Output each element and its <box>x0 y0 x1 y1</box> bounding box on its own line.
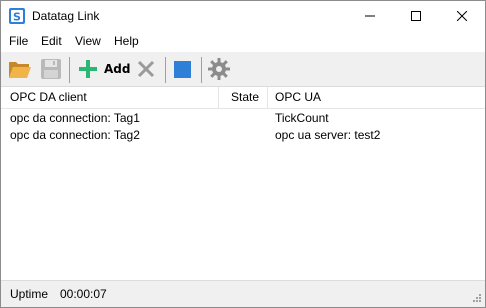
cell-ua: TickCount <box>275 111 329 125</box>
close-icon <box>457 11 467 21</box>
save-button[interactable] <box>39 57 64 82</box>
connections-table[interactable]: OPC DA client State OPC UA opc da connec… <box>1 87 485 279</box>
svg-text:S: S <box>13 11 21 24</box>
column-header-opc-da-client[interactable]: OPC DA client <box>10 90 87 104</box>
status-bar: Uptime 00:00:07 <box>1 280 485 307</box>
settings-icon <box>208 58 230 80</box>
toolbar-separator <box>165 57 166 83</box>
menu-file[interactable]: File <box>8 34 29 48</box>
add-button[interactable]: Add <box>77 57 131 82</box>
menu-view[interactable]: View <box>74 34 102 48</box>
toolbar: Add <box>1 52 485 87</box>
uptime-value: 00:00:07 <box>60 287 107 301</box>
delete-button[interactable] <box>134 57 158 82</box>
save-icon <box>41 59 61 79</box>
stop-icon <box>174 61 191 78</box>
cell-client: opc da connection: Tag1 <box>10 111 140 125</box>
window-title: Datatag Link <box>32 9 100 23</box>
uptime-label: Uptime <box>10 287 49 301</box>
menu-help[interactable]: Help <box>113 34 140 48</box>
add-button-label: Add <box>104 62 131 76</box>
add-icon <box>79 60 97 78</box>
app-window: S Datatag Link File Edit View Help Add O… <box>0 0 486 308</box>
column-divider[interactable] <box>267 87 268 109</box>
column-divider[interactable] <box>218 87 219 109</box>
resize-grip-icon[interactable] <box>470 293 482 305</box>
table-header: OPC DA client State OPC UA <box>1 87 485 109</box>
app-s-icon: S <box>9 8 25 24</box>
table-row[interactable]: opc da connection: Tag1 TickCount <box>1 111 485 127</box>
maximize-icon <box>411 11 421 21</box>
table-row[interactable]: opc da connection: Tag2 opc ua server: t… <box>1 128 485 144</box>
open-folder-icon <box>9 62 31 78</box>
settings-button[interactable] <box>207 57 232 82</box>
toolbar-separator <box>69 57 70 83</box>
cell-client: opc da connection: Tag2 <box>10 128 140 142</box>
delete-icon <box>137 60 155 78</box>
menu-edit[interactable]: Edit <box>40 34 63 48</box>
stop-button[interactable] <box>171 57 195 82</box>
open-button[interactable] <box>8 57 33 82</box>
minimize-icon <box>365 15 375 17</box>
close-button[interactable] <box>439 1 485 31</box>
column-header-state[interactable]: State <box>231 90 259 104</box>
maximize-button[interactable] <box>393 1 439 31</box>
title-bar[interactable]: S Datatag Link <box>1 1 485 31</box>
toolbar-separator <box>201 57 202 83</box>
menu-bar: File Edit View Help <box>1 32 485 51</box>
column-header-opc-ua[interactable]: OPC UA <box>275 90 321 104</box>
cell-ua: opc ua server: test2 <box>275 128 381 142</box>
minimize-button[interactable] <box>347 1 393 31</box>
